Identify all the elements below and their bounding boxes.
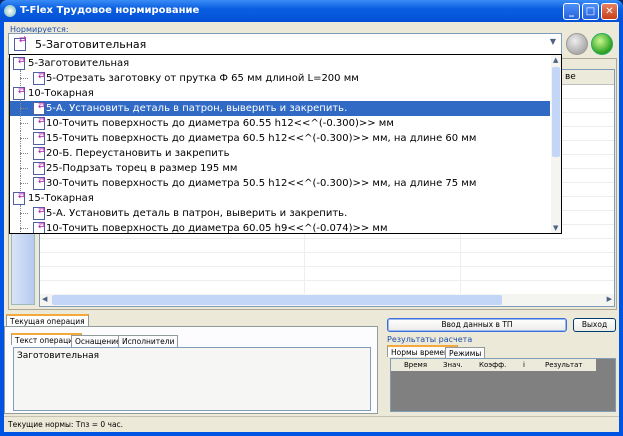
tab-current-operation[interactable]: Текущая операция bbox=[6, 314, 89, 326]
dropdown-step-item[interactable]: 10-Точить поверхность до диаметра 60.05 … bbox=[10, 219, 550, 234]
dropdown-item-label: 5-А. Установить деталь в патрон, выверит… bbox=[46, 208, 348, 219]
operation-text: Заготовительная bbox=[17, 351, 100, 361]
dropdown-operation-item[interactable]: 15-Токарная bbox=[10, 189, 550, 206]
dropdown-step-item[interactable]: 5-А. Установить деталь в патрон, выверит… bbox=[10, 99, 550, 116]
operation-icon bbox=[12, 189, 28, 206]
status-bar: Текущие нормы: Тпз = 0 час. bbox=[4, 416, 619, 430]
scroll-up-icon[interactable]: ▲ bbox=[553, 56, 558, 64]
current-operation-panel: Текст операции Оснащение Исполнители Заг… bbox=[4, 326, 378, 414]
tree-line bbox=[20, 168, 28, 169]
grid-column-header: ве bbox=[565, 72, 576, 82]
dropdown-operation-item[interactable]: 5-Заготовительная bbox=[10, 55, 550, 71]
scroll-left-icon[interactable]: ◀ bbox=[42, 295, 47, 303]
dropdown-item-label: 20-Б. Переустановить и закрепить bbox=[46, 148, 230, 159]
operation-dropdown-list[interactable]: ▲ ▼ 5-Заготовительная 5-Отрезать заготовк… bbox=[9, 54, 562, 234]
operation-icon bbox=[12, 84, 28, 101]
app-window: T-Flex Трудовое нормирование _ □ ✕ Норми… bbox=[0, 0, 623, 436]
col-i: i bbox=[523, 361, 525, 369]
operation-icon bbox=[13, 35, 29, 52]
dropdown-item-label: 10-Точить поверхность до диаметра 60.55 … bbox=[46, 118, 394, 129]
col-result: Результат bbox=[545, 361, 583, 369]
dropdown-step-item[interactable]: 25-Подрзать торец в размер 195 мм bbox=[10, 159, 550, 176]
tree-line bbox=[20, 220, 21, 233]
exit-button[interactable]: Выход bbox=[573, 318, 616, 332]
tree-line bbox=[20, 228, 28, 229]
tree-line bbox=[20, 145, 21, 161]
scrollbar-thumb[interactable] bbox=[552, 67, 560, 157]
scroll-down-icon[interactable]: ▼ bbox=[553, 224, 558, 232]
dropdown-item-label: 25-Подрзать торец в размер 195 мм bbox=[46, 163, 238, 174]
results-grid[interactable]: Время Знач. Коэфф. i Результат bbox=[390, 358, 616, 412]
back-arrow-button[interactable] bbox=[566, 33, 588, 55]
tree-line bbox=[20, 130, 21, 146]
tree-line bbox=[20, 123, 28, 124]
tree-line bbox=[20, 78, 28, 79]
scroll-right-icon[interactable]: ▶ bbox=[607, 295, 612, 303]
tree-line bbox=[20, 138, 28, 139]
combo-selected-value: 5-Заготовительная bbox=[35, 38, 147, 51]
title-bar: T-Flex Трудовое нормирование _ □ ✕ bbox=[0, 0, 623, 22]
dropdown-step-item[interactable]: 20-Б. Переустановить и закрепить bbox=[10, 144, 550, 161]
scrollbar-thumb[interactable] bbox=[52, 295, 502, 305]
forward-arrow-button[interactable] bbox=[591, 33, 613, 55]
grid-row[interactable] bbox=[40, 267, 614, 281]
tree-line bbox=[20, 108, 28, 109]
chevron-down-icon[interactable]: ▼ bbox=[547, 37, 559, 51]
grid-row[interactable] bbox=[40, 239, 614, 253]
results-group-label: Результаты расчета bbox=[387, 335, 473, 344]
tree-line bbox=[20, 115, 21, 131]
horizontal-scrollbar[interactable]: ◀ ▶ bbox=[40, 294, 614, 306]
operation-icon bbox=[12, 55, 28, 71]
enter-data-button[interactable]: Ввод данных в ТП bbox=[387, 318, 567, 332]
tree-line bbox=[20, 100, 21, 116]
col-coef: Коэфф. bbox=[479, 361, 507, 369]
dropdown-item-label: 15-Точить поверхность до диаметра 60.5 h… bbox=[46, 133, 477, 144]
maximize-button[interactable]: □ bbox=[582, 3, 599, 20]
tab-performers[interactable]: Исполнители bbox=[118, 335, 179, 347]
dropdown-step-item[interactable]: 5-А. Установить деталь в патрон, выверит… bbox=[10, 204, 550, 221]
dropdown-step-item[interactable]: 10-Точить поверхность до диаметра 60.55 … bbox=[10, 114, 550, 131]
tree-line bbox=[20, 205, 21, 221]
col-value: Знач. bbox=[443, 361, 463, 369]
dropdown-step-item[interactable]: 30-Точить поверхность до диаметра 50.5 h… bbox=[10, 174, 550, 191]
tree-line bbox=[20, 183, 28, 184]
tree-line bbox=[20, 153, 28, 154]
client-area: Нормируется: 5-Заготовительная ▼ ве ◀ ▶ bbox=[4, 22, 619, 432]
close-button[interactable]: ✕ bbox=[601, 3, 618, 20]
results-grid-header: Время Знач. Коэфф. i Результат bbox=[391, 359, 596, 371]
app-icon bbox=[4, 5, 16, 17]
dropdown-step-item[interactable]: 5-Отрезать заготовку от прутка Ф 65 мм д… bbox=[10, 69, 550, 86]
minimize-button[interactable]: _ bbox=[563, 3, 580, 20]
dropdown-step-item[interactable]: 15-Точить поверхность до диаметра 60.5 h… bbox=[10, 129, 550, 146]
tree-line bbox=[20, 213, 28, 214]
operation-text-area[interactable]: Заготовительная bbox=[13, 347, 371, 411]
tab-equipment[interactable]: Оснащение bbox=[71, 335, 125, 347]
dropdown-item-label: 30-Точить поверхность до диаметра 50.5 h… bbox=[46, 178, 477, 189]
dropdown-item-label: 10-Точить поверхность до диаметра 60.05 … bbox=[46, 223, 388, 234]
dropdown-operation-item[interactable]: 10-Токарная bbox=[10, 84, 550, 101]
operation-combobox[interactable]: 5-Заготовительная ▼ bbox=[8, 33, 562, 55]
window-title: T-Flex Трудовое нормирование bbox=[20, 5, 200, 16]
grid-row[interactable] bbox=[40, 253, 614, 267]
dropdown-item-label: 5-Отрезать заготовку от прутка Ф 65 мм д… bbox=[46, 73, 359, 84]
dropdown-item-label: 5-А. Установить деталь в патрон, выверит… bbox=[46, 103, 348, 114]
col-time: Время bbox=[404, 361, 428, 369]
tree-line bbox=[20, 160, 21, 176]
dropdown-scrollbar[interactable]: ▲ ▼ bbox=[551, 55, 561, 233]
status-text: Текущие нормы: Тпз = 0 час. bbox=[8, 420, 124, 429]
